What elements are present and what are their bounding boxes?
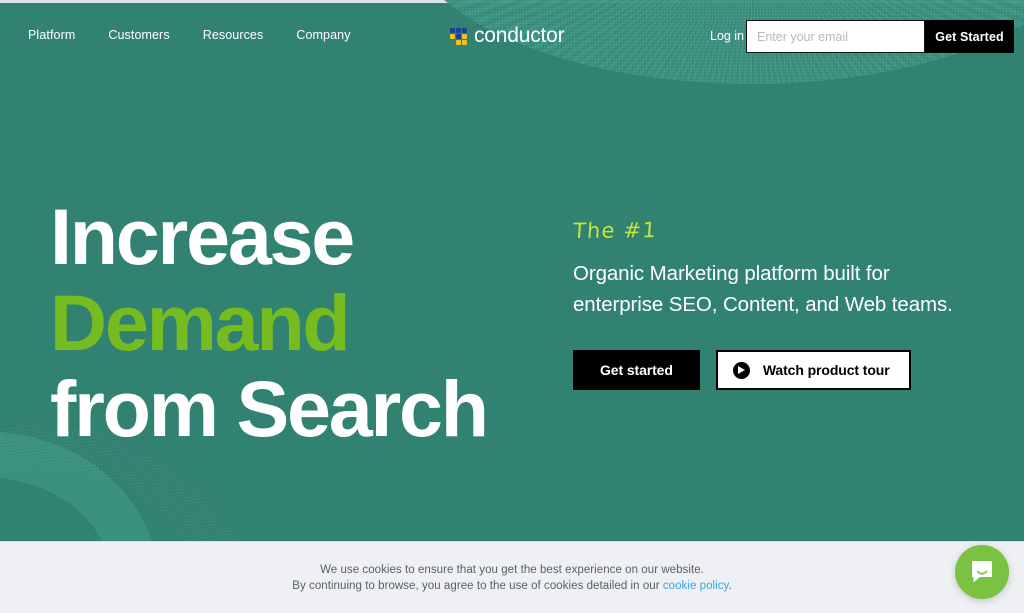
watch-product-tour-button[interactable]: Watch product tour xyxy=(715,350,911,390)
hero-section: Platform Customers Resources Company con… xyxy=(0,0,1024,541)
chat-launcher-button[interactable] xyxy=(955,545,1009,599)
hero-eyebrow: The #1 xyxy=(572,218,658,243)
main-navigation: Platform Customers Resources Company con… xyxy=(0,0,1024,72)
conductor-logo[interactable]: conductor xyxy=(450,24,565,48)
cookie-text-suffix: . xyxy=(728,579,732,592)
cookie-text-line-1: We use cookies to ensure that you get th… xyxy=(320,563,704,576)
logo-wordmark: conductor xyxy=(474,24,565,47)
cookie-policy-link[interactable]: cookie policy xyxy=(663,580,729,592)
chat-bubble-icon xyxy=(972,561,992,583)
get-started-button[interactable]: Get Started xyxy=(925,20,1014,53)
cookie-text-line-2: By continuing to browse, you agree to th… xyxy=(292,580,732,592)
email-signup-form: Get Started xyxy=(746,20,1014,53)
email-input[interactable] xyxy=(746,20,925,53)
nav-item-resources[interactable]: Resources xyxy=(203,28,264,42)
watch-product-tour-label: Watch product tour xyxy=(762,362,890,378)
hero-right-column: The #1 Organic Marketing platform built … xyxy=(572,218,993,390)
hero-subheadline: Organic Marketing platform built for ent… xyxy=(573,262,953,316)
play-icon xyxy=(732,361,750,379)
headline-line-1: Increase xyxy=(50,192,355,281)
page-root: Platform Customers Resources Company con… xyxy=(0,0,1024,613)
nav-item-platform[interactable]: Platform xyxy=(28,28,75,42)
cookie-consent-banner: We use cookies to ensure that you get th… xyxy=(0,541,1024,613)
headline-line-3: from Search xyxy=(50,364,489,453)
logo-dots-icon xyxy=(450,27,467,45)
hero-cta-row: Get started Watch product tour xyxy=(573,350,993,390)
hero-headline: Increase Demand from Search xyxy=(50,192,489,453)
cookie-text-prefix: By continuing to browse, you agree to th… xyxy=(292,579,663,592)
nav-item-customers[interactable]: Customers xyxy=(108,28,169,42)
headline-line-2: Demand xyxy=(50,278,351,367)
hero-get-started-button[interactable]: Get started xyxy=(573,350,700,390)
nav-item-company[interactable]: Company xyxy=(296,28,350,42)
nav-links-group: Platform Customers Resources Company xyxy=(28,28,351,42)
login-link[interactable]: Log in xyxy=(710,29,744,43)
